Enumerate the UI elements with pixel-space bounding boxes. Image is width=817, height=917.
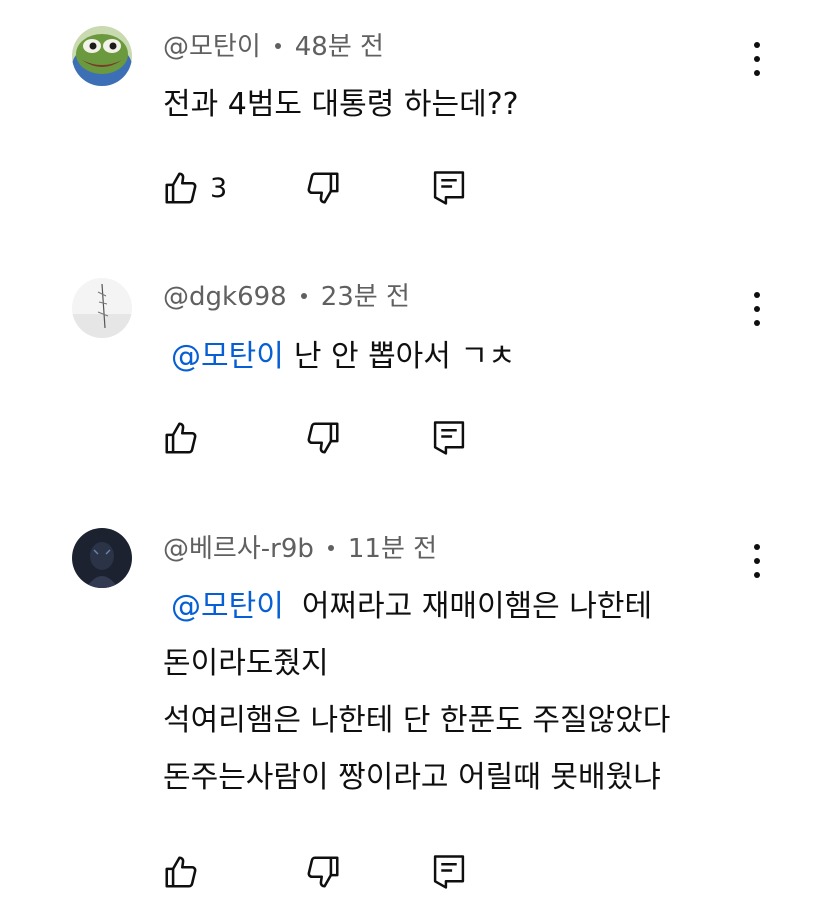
comment-line: @모탄이 어쩌라고 재매이햄은 나한테 (163, 578, 670, 635)
dislike-button[interactable] (304, 418, 342, 458)
comment-text: 전과 4범도 대통령 하는데?? (163, 76, 519, 133)
separator-dot (327, 544, 334, 551)
reply-button[interactable] (432, 168, 466, 208)
comment-time: 11분 전 (347, 534, 438, 564)
comment-meta: @dgk698 23분 전 (163, 280, 410, 314)
more-vert-icon[interactable] (746, 42, 768, 76)
thumb-down-icon (307, 172, 339, 204)
comment-meta: @베르사-r9b 11분 전 (163, 532, 437, 566)
like-count: 3 (210, 172, 228, 204)
separator-dot (300, 292, 307, 299)
comment-line: @모탄이 난 안 뽑아서 ㄱㅊ (163, 328, 516, 385)
comment-line: 돈이라도줬지 (163, 646, 329, 681)
reply-icon (433, 171, 465, 205)
author-name[interactable]: @베르사-r9b (163, 534, 314, 564)
comment-time: 48분 전 (294, 32, 384, 62)
frog-avatar-icon (72, 26, 132, 86)
dislike-button[interactable] (304, 852, 342, 892)
reply-icon (433, 421, 465, 455)
comment-thread-item: @베르사-r9b 11분 전 @모탄이 어쩌라고 재매이햄은 나한테 돈이라도줬지 … (0, 508, 817, 917)
comment-meta: @모탄이 48분 전 (163, 30, 384, 64)
dislike-button[interactable] (304, 168, 342, 208)
avatar[interactable] (72, 278, 132, 338)
comment-line: 전과 4범도 대통령 하는데?? (163, 87, 519, 122)
thumb-down-icon (307, 856, 339, 888)
dark-figure-avatar-icon (72, 528, 132, 588)
mention-link[interactable]: @모탄이 (163, 589, 284, 624)
comment-text: @모탄이 난 안 뽑아서 ㄱㅊ (163, 328, 516, 385)
like-button[interactable] (162, 852, 200, 892)
thumb-up-icon (165, 422, 197, 454)
more-vert-icon[interactable] (746, 292, 768, 326)
sketch-avatar-icon (72, 278, 132, 338)
comment-line-text: 난 안 뽑아서 ㄱㅊ (293, 339, 516, 374)
comment-thread-item: @모탄이 48분 전 전과 4범도 대통령 하는데?? 3 (0, 0, 817, 260)
reply-icon (433, 855, 465, 889)
avatar[interactable] (72, 26, 132, 86)
thumb-up-icon (165, 856, 197, 888)
thumb-up-icon (165, 172, 197, 204)
more-vert-icon[interactable] (746, 544, 768, 578)
comment-text: @모탄이 어쩌라고 재매이햄은 나한테 돈이라도줬지 석여리햄은 나한테 단 한푼… (163, 578, 670, 806)
comment-line-text: 어쩌라고 재매이햄은 나한테 (301, 589, 653, 624)
reply-button[interactable] (432, 418, 466, 458)
comment-line: 석여리햄은 나한테 단 한푼도 주질않았다 (163, 703, 671, 738)
separator-dot (274, 42, 281, 49)
reply-button[interactable] (432, 852, 466, 892)
author-name[interactable]: @dgk698 (163, 282, 287, 312)
comment-line: 돈주는사람이 짱이라고 어릴때 못배웠냐 (163, 760, 661, 795)
mention-link[interactable]: @모탄이 (163, 339, 284, 374)
avatar[interactable] (72, 528, 132, 588)
thumb-down-icon (307, 422, 339, 454)
comment-thread-item: @dgk698 23분 전 @모탄이 난 안 뽑아서 ㄱㅊ (0, 258, 817, 508)
author-name[interactable]: @모탄이 (163, 32, 261, 62)
like-button[interactable]: 3 (162, 168, 227, 208)
comment-time: 23분 전 (320, 282, 410, 312)
like-button[interactable] (162, 418, 200, 458)
